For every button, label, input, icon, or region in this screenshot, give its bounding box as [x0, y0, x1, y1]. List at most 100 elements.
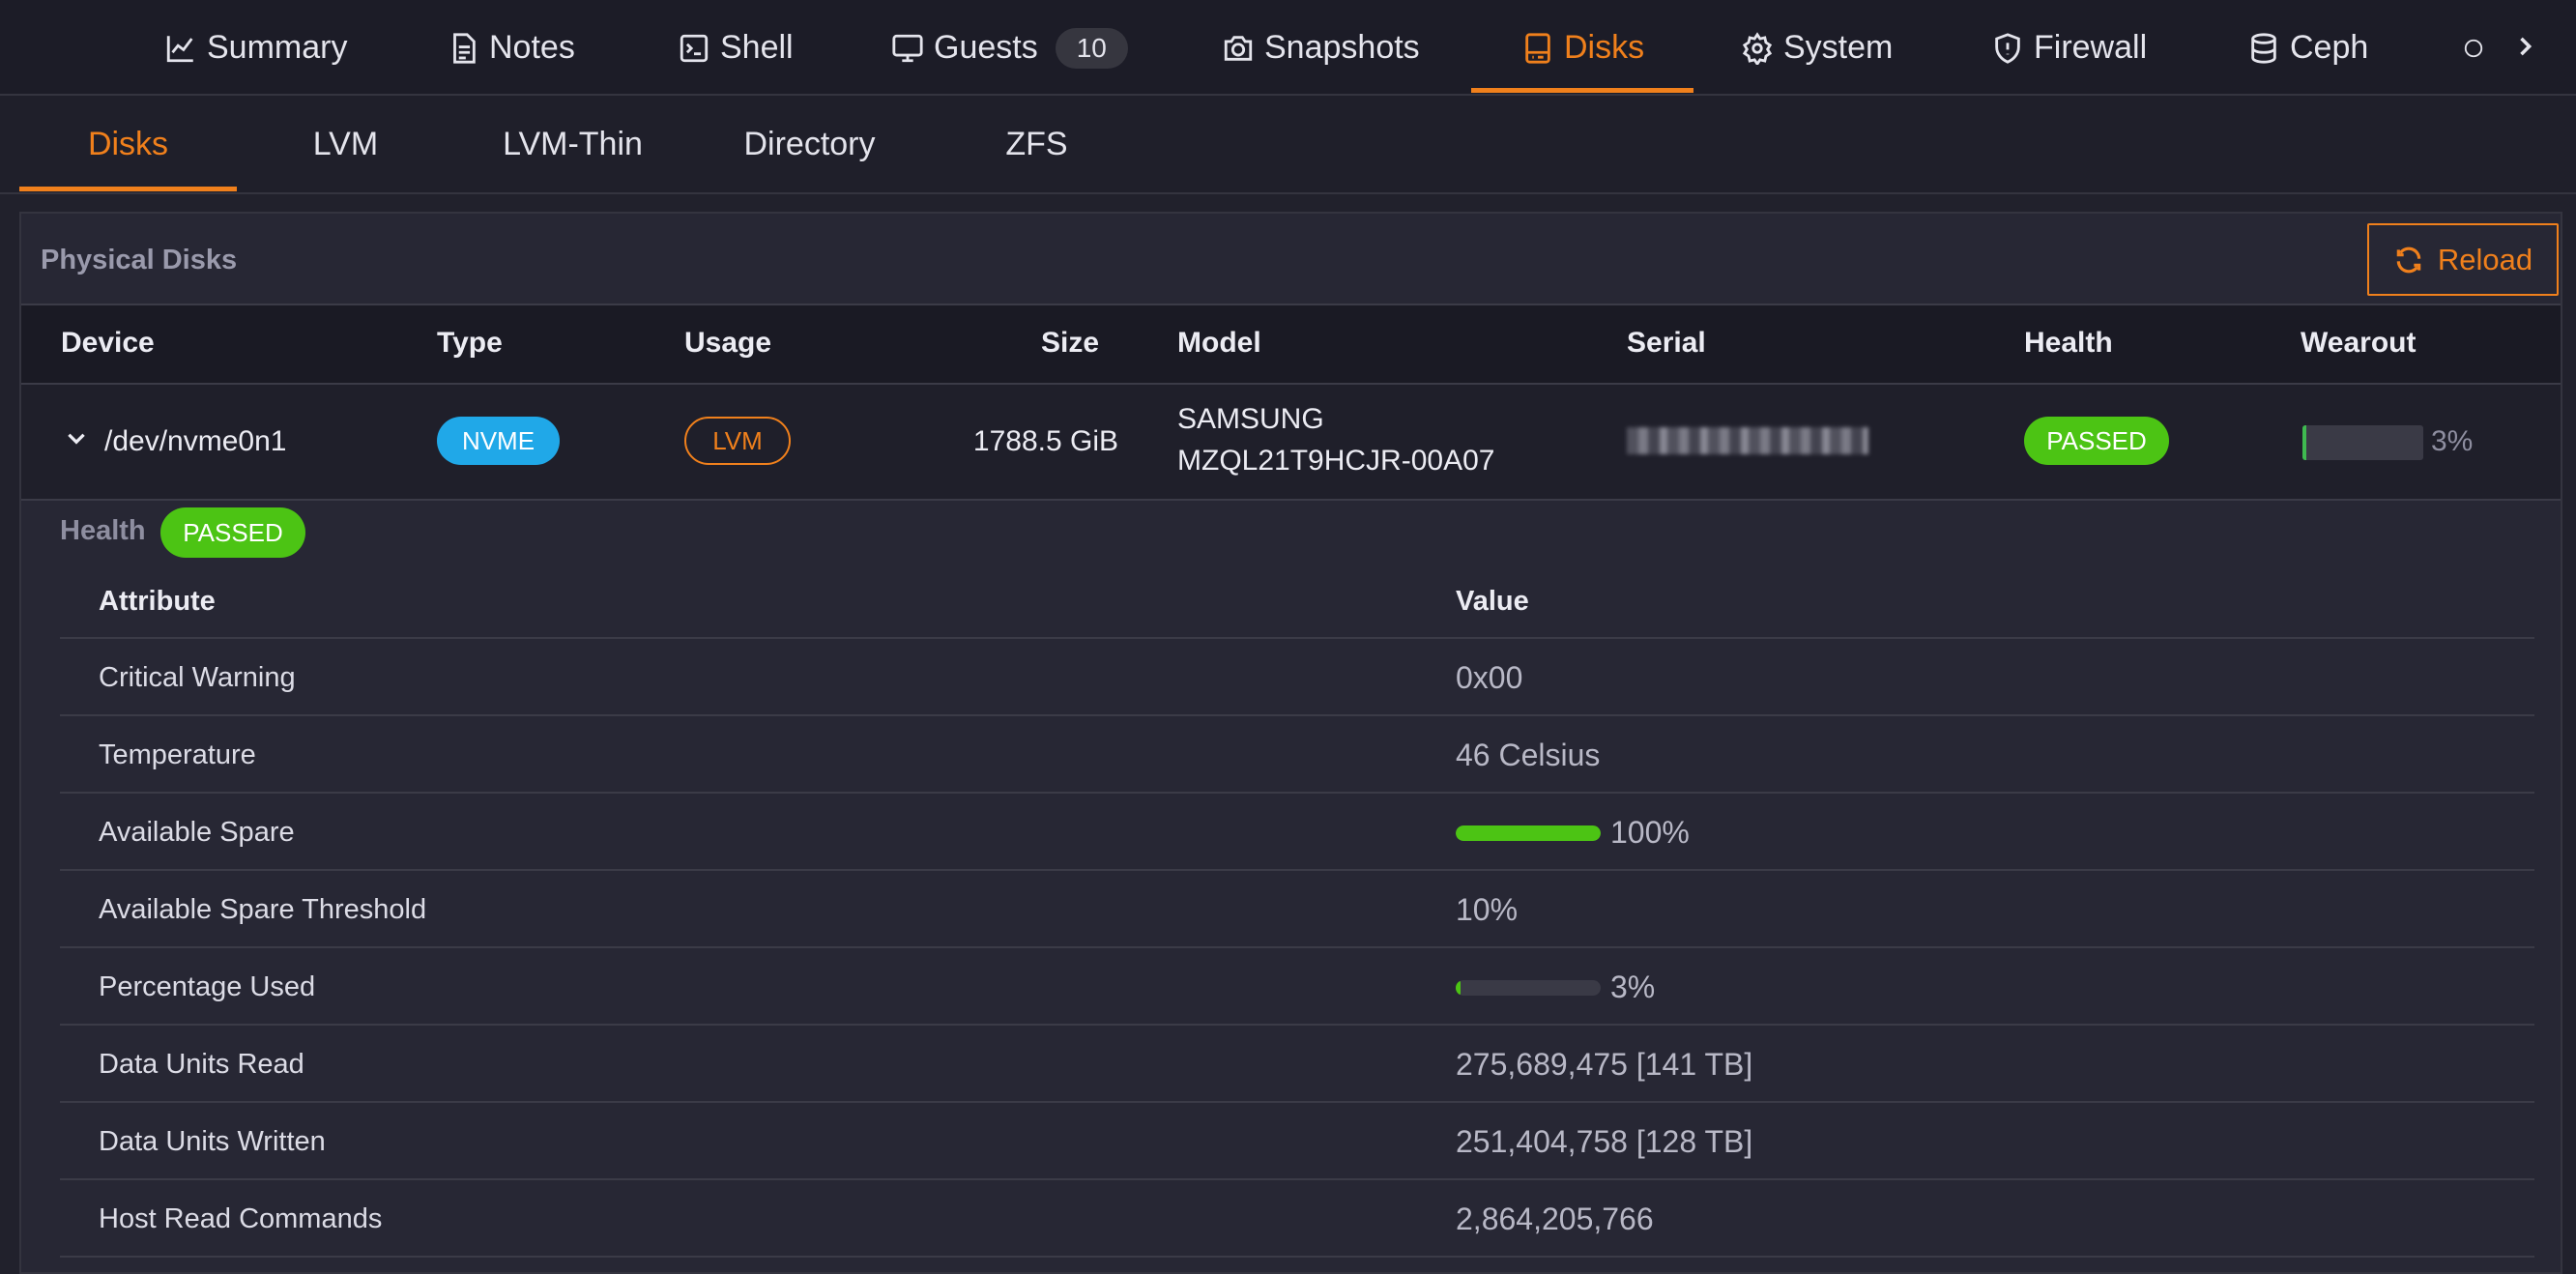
tab-summary[interactable]: Summary: [164, 0, 347, 96]
table-row: Critical Warning 0x00: [60, 639, 2534, 716]
attribute-value-text: 10%: [1456, 892, 1519, 927]
health-detail-label: Health: [60, 515, 146, 546]
wearout-bar: [2302, 425, 2423, 460]
table-row: Available Spare 100%: [60, 794, 2534, 871]
attributes-table-header: Attribute Value: [60, 562, 2534, 639]
attribute-value-text: 100%: [1610, 815, 1690, 850]
attribute-value: 46 Celsius: [1456, 738, 1600, 773]
tab-snapshots[interactable]: Snapshots: [1222, 0, 1420, 96]
col-attribute: Attribute: [99, 586, 216, 617]
active-subtab-indicator: [19, 187, 237, 191]
tab-shell-label: Shell: [720, 29, 794, 66]
percentage-used-bar-fill: [1456, 979, 1461, 996]
attribute-value: 10%: [1456, 892, 1518, 928]
table-row: Data Units Read 275,689,475 [141 TB]: [60, 1026, 2534, 1103]
subtab-lvm-thin[interactable]: LVM-Thin: [464, 96, 681, 192]
subtab-disks[interactable]: Disks: [19, 96, 237, 192]
model-line-1: SAMSUNG: [1177, 403, 1324, 435]
table-row: Available Spare Threshold 10%: [60, 871, 2534, 948]
chevron-right-icon: [2520, 37, 2533, 56]
tab-overflow-partial[interactable]: [2463, 0, 2484, 96]
tab-notes-label: Notes: [489, 29, 575, 66]
subtab-directory[interactable]: Directory: [701, 96, 918, 192]
col-value: Value: [1456, 586, 1529, 617]
terminal-icon: [680, 34, 709, 62]
col-type[interactable]: Type: [437, 327, 503, 360]
chart-line-icon: [166, 35, 193, 62]
guests-count-badge: 10: [1055, 27, 1128, 69]
attribute-value-text: 0x00: [1456, 660, 1523, 695]
disk-size: 1788.5 GiB: [972, 425, 1118, 457]
tab-summary-label: Summary: [207, 29, 348, 66]
tab-snapshots-label: Snapshots: [1264, 29, 1420, 66]
subtab-lvm[interactable]: LVM: [237, 96, 454, 192]
refresh-icon: [2396, 246, 2421, 273]
expand-toggle[interactable]: [64, 425, 93, 454]
monitor-icon: [892, 34, 923, 62]
table-row: Data Units Written 251,404,758 [128 TB]: [60, 1103, 2534, 1180]
wearout-bar-fill: [2302, 425, 2306, 460]
attribute-name: Available Spare: [99, 817, 295, 848]
panel-header: Physical Disks Reload: [21, 214, 2561, 305]
col-size[interactable]: Size: [1041, 327, 1099, 360]
usage-badge: LVM: [684, 417, 791, 465]
health-detail-status: PASSED: [160, 507, 305, 558]
tab-guests-label: Guests: [934, 29, 1038, 66]
attribute-value-text: 251,404,758 [128 TB]: [1456, 1124, 1753, 1159]
gear-icon: [1742, 31, 1773, 65]
attribute-value-text: 46 Celsius: [1456, 738, 1601, 772]
document-icon: [453, 32, 476, 64]
percentage-used-bar: [1456, 979, 1601, 996]
shield-icon: [1995, 32, 2020, 64]
attribute-value: 2,864,205,766: [1456, 1202, 1654, 1237]
subtab-zfs[interactable]: ZFS: [928, 96, 1145, 192]
available-spare-bar: [1456, 825, 1601, 841]
attribute-name: Percentage Used: [99, 971, 316, 1002]
physical-disks-panel: Physical Disks Reload Device Type Usage …: [19, 212, 2562, 1274]
attribute-value: 3%: [1456, 970, 1655, 1005]
reload-label: Reload: [2437, 242, 2533, 276]
scroll-right-button[interactable]: [2504, 25, 2546, 68]
wearout-value: 3%: [2431, 425, 2474, 457]
hard-drive-icon: [1525, 32, 1550, 64]
disk-subnavigation: Disks LVM LVM-Thin Directory ZFS: [0, 96, 2576, 194]
top-navigation: Summary Notes Shell Guests 10 Snapshots …: [0, 0, 2576, 96]
tab-ceph-label: Ceph: [2290, 29, 2369, 66]
attribute-value: 100%: [1456, 815, 1690, 851]
tab-ceph[interactable]: Ceph: [2247, 0, 2368, 96]
col-device[interactable]: Device: [61, 327, 155, 360]
tab-system[interactable]: System: [1741, 0, 1893, 96]
model-line-2: MZQL21T9HCJR-00A07: [1177, 445, 1495, 477]
table-row: Host Read Commands 2,864,205,766: [60, 1180, 2534, 1258]
tab-disks[interactable]: Disks: [1521, 0, 1644, 96]
attribute-name: Temperature: [99, 739, 256, 770]
disks-table-header: Device Type Usage Size Model Serial Heal…: [21, 305, 2561, 385]
tab-firewall[interactable]: Firewall: [1991, 0, 2147, 96]
device-name: /dev/nvme0n1: [104, 425, 287, 457]
table-row: Percentage Used 3%: [60, 948, 2534, 1026]
health-badge: PASSED: [2024, 417, 2169, 465]
col-serial[interactable]: Serial: [1627, 327, 1706, 360]
camera-icon: [1224, 35, 1253, 61]
tab-guests[interactable]: Guests 10: [891, 0, 1128, 96]
tab-disks-label: Disks: [1564, 29, 1645, 66]
table-row[interactable]: /dev/nvme0n1 NVME LVM 1788.5 GiB SAMSUNG…: [21, 385, 2561, 501]
attribute-value-text: 275,689,475 [141 TB]: [1456, 1047, 1753, 1082]
attribute-value-text: 2,864,205,766: [1456, 1202, 1654, 1236]
col-health[interactable]: Health: [2024, 327, 2113, 360]
attribute-value: 275,689,475 [141 TB]: [1456, 1047, 1752, 1083]
tab-notes[interactable]: Notes: [447, 0, 575, 96]
chevron-down-icon: [68, 433, 85, 445]
col-usage[interactable]: Usage: [684, 327, 771, 360]
attribute-name: Critical Warning: [99, 662, 296, 693]
available-spare-bar-fill: [1456, 825, 1601, 841]
attribute-name: Host Read Commands: [99, 1203, 383, 1234]
tab-shell[interactable]: Shell: [678, 0, 794, 96]
database-icon: [2251, 32, 2276, 64]
reload-button[interactable]: Reload: [2367, 223, 2559, 296]
attribute-name: Available Spare Threshold: [99, 894, 427, 925]
tab-system-label: System: [1783, 29, 1894, 66]
col-wearout[interactable]: Wearout: [2301, 327, 2416, 360]
col-model[interactable]: Model: [1177, 327, 1261, 360]
panel-title: Physical Disks: [41, 245, 238, 275]
